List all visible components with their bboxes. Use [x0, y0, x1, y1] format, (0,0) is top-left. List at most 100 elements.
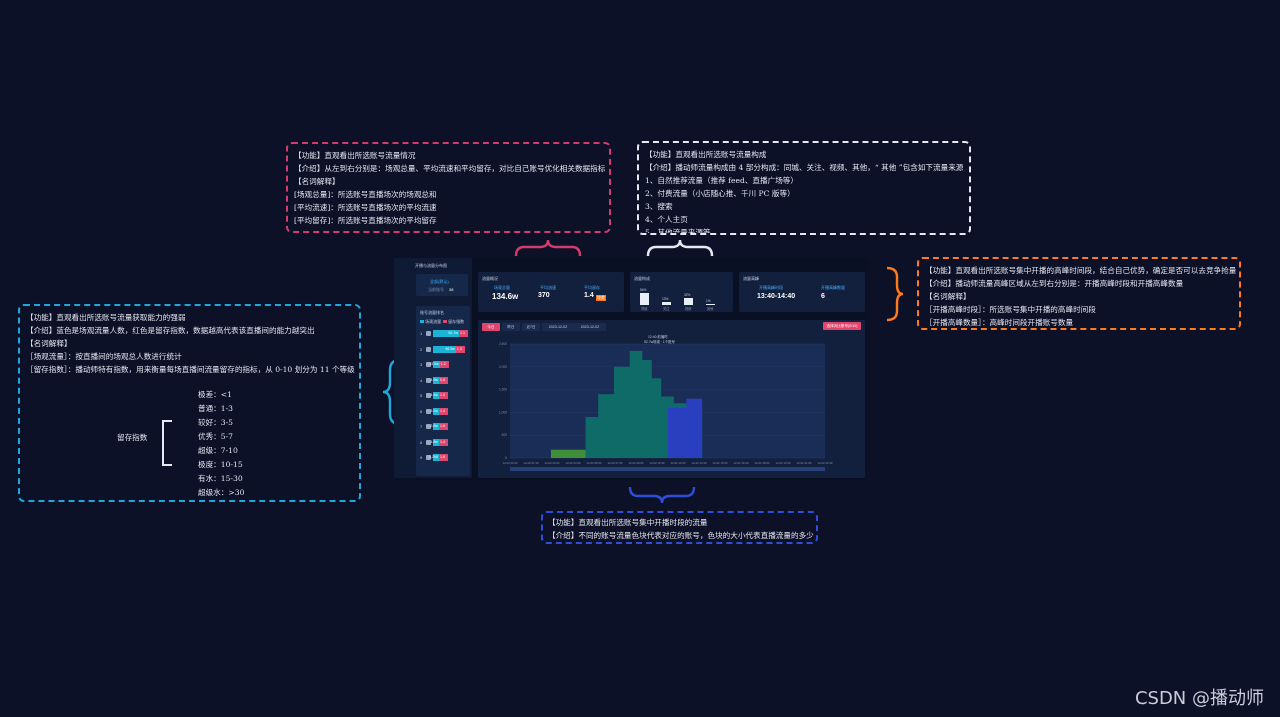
composition-bar [684, 297, 693, 305]
kpi-label: 平均留存 [584, 285, 600, 290]
composition-label: 视频 [685, 307, 692, 311]
account-avatar-icon [426, 331, 431, 336]
legend-item: 留存指数 [443, 319, 464, 325]
y-tick-label: 500 [502, 433, 508, 437]
views-value: 2.6w [430, 424, 438, 428]
x-tick-label: 12-02 19:30 [776, 461, 791, 465]
retention-bar: 1.2 [439, 361, 449, 368]
composition-bar [662, 302, 671, 305]
legend-retention: 留存指数 [448, 319, 465, 324]
x-tick-label: 12-02 09:00 [629, 461, 644, 465]
x-tick-label: 12-02 12:00 [671, 461, 686, 465]
kpi-label: 平均流速 [540, 285, 556, 290]
retention-value: 1.4 [440, 439, 445, 444]
views-bar: 52.7w [433, 330, 459, 337]
retention-value: 1.4 [440, 408, 445, 413]
rank-number: 2 [420, 346, 423, 352]
kpi-value: 370 [538, 292, 550, 299]
brace-icon [886, 266, 904, 322]
rank-row: 9 1,268 1.8 [420, 454, 464, 461]
retention-value: 1.1 [460, 331, 465, 335]
x-tick-label: 12-02 21:00 [797, 461, 812, 465]
y-tick-label: 2,500 [499, 342, 507, 346]
watermark: CSDN @播动师 [1134, 688, 1264, 709]
account-filter[interactable]: 全部(默认) 当前账号 38 [416, 274, 468, 296]
composition-label: 其他 [707, 307, 714, 311]
x-tick-label: 12-02 04:30 [566, 461, 581, 465]
composition-bar [706, 304, 715, 305]
kpi-value: 1.4 [584, 292, 594, 299]
retention-bar: 1.0 [439, 392, 448, 399]
retention-bar: 1.6 [439, 423, 448, 430]
kpi-peak: 流量高峰 开播高峰时段 13:40-14:40 开播高峰数量 6 [739, 272, 865, 312]
composition-pct: 32% [684, 292, 691, 297]
composition-pct: 13% [662, 297, 669, 302]
brace-icon [514, 239, 582, 257]
x-tick-label: 12-02 01:30 [524, 461, 539, 465]
kpi-composition: 流量构成 54% 同城 13% 关注 32% 视频 1% 其他 [630, 272, 733, 312]
retention-value: 0.8 [440, 377, 445, 382]
time-range-scrollbar[interactable] [510, 467, 825, 471]
views-bar: 13.6w [429, 361, 440, 368]
kpi-label: 开播高峰时段 [759, 285, 783, 290]
composition-label: 同城 [641, 307, 648, 311]
views-value: 1.8w [430, 439, 438, 444]
retention-bar: 1.4 [439, 438, 448, 446]
retention-value: 1.0 [440, 393, 445, 397]
composition-bar [640, 293, 649, 305]
y-tick-label: 2,000 [499, 365, 507, 369]
kpi-overview: 流量概况 场观总量 134.6w 平均流速 370 平均留存 1.4 较差 [478, 272, 624, 312]
filter-sub: 当前账号 [428, 287, 444, 292]
views-value: 4.4w [430, 393, 438, 397]
rank-number: 9 [420, 455, 423, 460]
x-tick-label: 12-02 18:00 [755, 461, 770, 465]
views-value: 46.5w [445, 346, 455, 351]
x-tick-label: 12-02 10:30 [650, 461, 665, 465]
left-sidebar: 开播与流量分布图 全部(默认) 当前账号 38 账号流量排名 场观流量 留存指数… [394, 258, 472, 478]
retention-bar: 1.8 [439, 454, 448, 461]
legend-views: 场观流量 [425, 319, 442, 324]
retention-bar: 1.3 [455, 345, 465, 353]
x-tick-label: 12-02 22:30 [818, 461, 833, 465]
kpi-value: 6 [821, 293, 825, 300]
rank-number: 6 [420, 408, 423, 414]
x-tick-label: 12-02 07:30 [608, 461, 623, 465]
flow-area-chart: 2,500 2,000 1,500 1,000 500 012-02 00:00 12-02… [499, 342, 833, 471]
rank-number: 4 [420, 377, 423, 383]
views-bar: 46.5w [433, 345, 456, 353]
rank-number: 7 [420, 424, 423, 429]
brace-icon [628, 486, 696, 504]
flow-chart-panel: 今日 昨日 近7日 2023-12-02 2023-12-02 选择对比账号(0… [478, 320, 865, 478]
kpi-title: 流量高峰 [743, 276, 759, 281]
rank-number: 5 [420, 393, 423, 398]
retention-value: 1.2 [440, 362, 446, 366]
filter-count: 38 [449, 287, 454, 292]
rank-row: 3 13.6w 1.2 [420, 361, 464, 368]
rank-row: 7 2.6w 1.6 [420, 423, 464, 430]
rank-row: 5 4.4w 1.0 [420, 392, 464, 399]
kpi-label: 场观总量 [494, 285, 510, 290]
composition-pct: 54% [640, 288, 647, 293]
views-value: 1,268 [429, 455, 438, 459]
views-value: 3.2w [430, 408, 438, 413]
retention-bar: 0.8 [439, 376, 448, 384]
brace-icon [646, 239, 714, 257]
rank-row: 2 46.5w 1.3 [420, 345, 465, 353]
kpi-title: 流量概况 [482, 276, 498, 281]
y-tick-label: 1,500 [499, 388, 507, 392]
account-avatar-icon [426, 346, 431, 352]
rank-row: 4 4.9w 0.8 [420, 376, 464, 384]
retention-bar: 1.1 [459, 330, 468, 337]
y-tick-label: 0 [505, 456, 507, 460]
x-tick-label: 12-02 06:00 [587, 461, 602, 465]
rank-title: 账号流量排名 [420, 310, 444, 315]
x-tick-label: 12-02 16:30 [734, 461, 749, 465]
y-tick-label: 1,000 [499, 410, 507, 414]
retention-bar: 1.4 [439, 407, 448, 415]
kpi-title: 流量构成 [634, 276, 650, 281]
rank-number: 3 [420, 362, 423, 367]
rank-row: 1 52.7w 1.1 [420, 330, 468, 337]
kpi-label: 开播高峰数量 [821, 285, 845, 290]
status-badge: 较差 [596, 295, 606, 301]
dashboard-preview: 开播与流量分布图 全部(默认) 当前账号 38 账号流量排名 场观流量 留存指数… [394, 258, 868, 480]
